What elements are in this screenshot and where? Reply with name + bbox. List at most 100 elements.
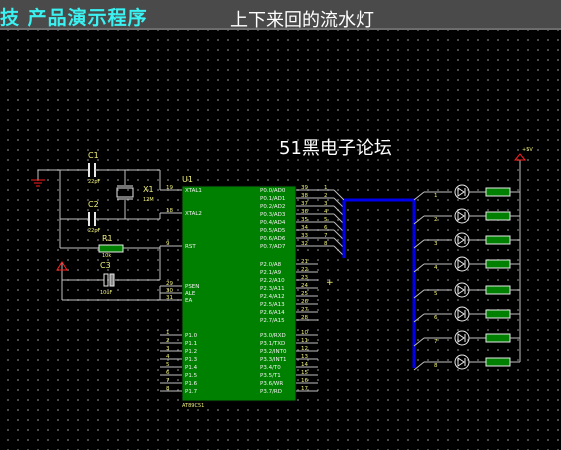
chip-pin-name: PSEN — [185, 284, 199, 290]
led-resistor[interactable] — [485, 309, 511, 319]
chip-pin-number: 24 — [301, 283, 308, 289]
chip-pin-number: 33 — [301, 233, 308, 239]
chip-pin-number: 7 — [166, 378, 170, 384]
led-resistor[interactable] — [485, 259, 511, 269]
chip-pin-name: P0.7/AD7 — [260, 244, 286, 250]
led-triangle-icon — [457, 211, 465, 221]
chip-pin-number: 36 — [301, 209, 308, 215]
c3-ref: C3 — [100, 261, 111, 270]
led-diode[interactable] — [454, 208, 470, 224]
chip-pin-number: 39 — [301, 185, 308, 191]
x1-value: 12M — [143, 197, 154, 203]
chip-pin-name: P2.2/A10 — [260, 278, 285, 284]
chip-pin-number: 8 — [166, 386, 170, 392]
led-index-label: 2 — [434, 217, 438, 223]
power-arrow-icon — [513, 153, 527, 161]
chip-pin-name: P1.0 — [185, 333, 198, 339]
led-resistor[interactable] — [485, 187, 511, 197]
led-bus-entry — [413, 191, 425, 201]
r1-ref: R1 — [102, 234, 113, 243]
chip-pin-number: 3 — [166, 346, 170, 352]
chip-pin-number: 18 — [166, 208, 173, 214]
chip-pin-name: P3.1/TXD — [260, 341, 285, 347]
chip-pin-name: P2.3/A11 — [260, 286, 285, 292]
resistor-r1[interactable] — [98, 244, 124, 253]
chip-pin-number: 16 — [301, 378, 308, 384]
chip-pin-number: 13 — [301, 354, 308, 360]
chip-pin-name: P0.6/AD6 — [260, 236, 286, 242]
led-resistor[interactable] — [485, 333, 511, 343]
chip-pin-number: 6 — [166, 370, 170, 376]
led-triangle-icon — [457, 285, 465, 295]
led-triangle-icon — [457, 357, 465, 367]
chip-pin-name: P1.2 — [185, 349, 197, 355]
c3-plate — [109, 273, 115, 287]
led-diode[interactable] — [454, 282, 470, 298]
chip-pin-number: 25 — [301, 291, 308, 297]
led-diode[interactable] — [454, 306, 470, 322]
c3-plate — [103, 273, 109, 287]
bus-marker: + — [326, 278, 334, 288]
chip-pin-number: 28 — [301, 315, 308, 321]
chip-pin-name: RST — [185, 244, 196, 250]
chip-pin-number: 2 — [166, 338, 170, 344]
led-resistor[interactable] — [485, 235, 511, 245]
power-label: +5V — [522, 147, 533, 153]
chip-pin-name: P1.7 — [185, 389, 198, 395]
title-bar: 技 产品演示程序 上下来回的流水灯 — [0, 0, 561, 31]
chip-pin-number: 37 — [301, 201, 308, 207]
p0-bus-entry — [333, 189, 345, 201]
chip-pin-number: 21 — [301, 259, 308, 265]
led-triangle-icon — [457, 235, 465, 245]
chip-ref-label: U1 — [182, 175, 193, 184]
led-resistor[interactable] — [485, 357, 511, 367]
chip-pin-name: P0.3/AD3 — [260, 212, 286, 218]
app-title: 技 产品演示程序 — [0, 7, 148, 29]
led-index-label: 3 — [434, 241, 438, 247]
x1-ref: X1 — [143, 185, 154, 194]
led-index-label: 5 — [434, 291, 438, 297]
chip-pin-name: P0.5/AD5 — [260, 228, 286, 234]
chip-pin-name: P3.3/INT1 — [260, 357, 287, 363]
chip-pin-number: 12 — [301, 346, 308, 352]
chip-pin-number: 32 — [301, 241, 308, 247]
led-resistor[interactable] — [485, 211, 511, 221]
chip-pin-number: 34 — [301, 225, 308, 231]
crystal-x1[interactable] — [116, 187, 134, 198]
chip-pin-name: P1.6 — [185, 381, 198, 387]
led-diode[interactable] — [454, 184, 470, 200]
led-diode[interactable] — [454, 256, 470, 272]
led-triangle-icon — [457, 309, 465, 319]
led-index-label: 6 — [434, 315, 438, 321]
chip-pin-name: P3.0/RXD — [260, 333, 286, 339]
led-triangle-icon — [457, 187, 465, 197]
schematic-canvas[interactable]: 51黑电子论坛 U1 AT89C51 19 XTAL1 18 XTAL2 9 RST 29 PSE… — [0, 30, 561, 450]
c3-value: 10uF — [100, 290, 113, 296]
chip-pin-name: EA — [185, 298, 192, 304]
chip-pin-name: XTAL1 — [185, 188, 202, 194]
data-bus — [344, 198, 416, 368]
led-diode[interactable] — [454, 354, 470, 370]
led-index-label: 7 — [434, 339, 438, 345]
chip-pin-number: 15 — [301, 370, 308, 376]
led-diode[interactable] — [454, 330, 470, 346]
chip-pin-number: 31 — [166, 295, 173, 301]
c2-value: 22pF — [88, 228, 101, 234]
chip-pin-number: 26 — [301, 299, 308, 305]
led-index-label: 1 — [434, 193, 438, 199]
chip-pin-name: P1.5 — [185, 373, 198, 379]
chip-pin-name: P3.2/INT0 — [260, 349, 287, 355]
led-diode[interactable] — [454, 232, 470, 248]
led-index-label: 8 — [434, 363, 438, 369]
chip-pin-name: P0.0/AD0 — [260, 188, 286, 194]
chip-pin-number: 4 — [166, 354, 170, 360]
chip-pin-name: XTAL2 — [185, 211, 202, 217]
chip-pin-name: P2.0/A8 — [260, 262, 282, 268]
c2-ref: C2 — [88, 200, 99, 209]
chip-pin-number: 29 — [166, 281, 173, 287]
chip-pin-number: 27 — [301, 307, 308, 313]
r1-value: 10k — [102, 253, 111, 259]
chip-pin-number: 23 — [301, 275, 308, 281]
led-resistor[interactable] — [485, 285, 511, 295]
schematic-drawing: U1AT89C5119 XTAL118 XTAL29 RST29 PSEN30 ALE31… — [31, 147, 533, 409]
